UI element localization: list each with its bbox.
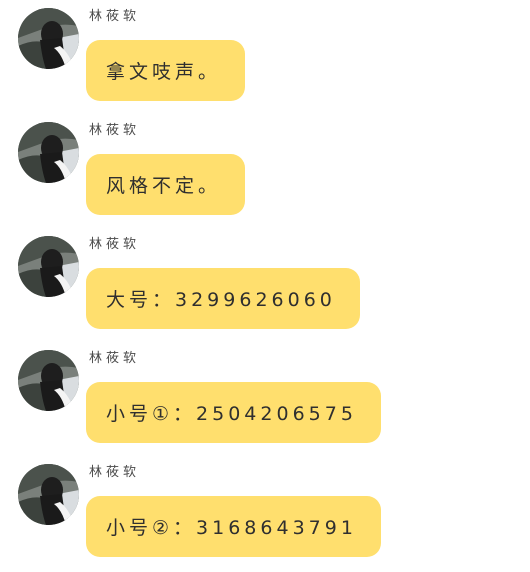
user-photo-avatar-icon [18, 236, 79, 297]
sender-name: 林莜软 [89, 9, 141, 24]
message-text: 小号①：2504206575 [106, 403, 357, 425]
sender-name: 林莜软 [89, 351, 141, 366]
message-text: 风格不定。 [106, 175, 222, 197]
sender-name: 林莜软 [89, 237, 141, 252]
user-photo-avatar-icon [18, 122, 79, 183]
sender-avatar[interactable] [18, 8, 79, 69]
sender-name: 林莜软 [89, 465, 141, 480]
message-bubble[interactable]: 拿文吱声。 [86, 40, 246, 101]
sender-name: 林莜软 [89, 123, 141, 138]
sender-avatar[interactable] [18, 350, 79, 411]
message-text: 拿文吱声。 [106, 61, 222, 83]
sender-avatar[interactable] [18, 464, 79, 525]
message-bubble[interactable]: 大号：3299626060 [86, 268, 360, 329]
chat-message: 林莜软 小号①：2504206575 [0, 342, 530, 456]
user-photo-avatar-icon [18, 464, 79, 525]
chat-message: 林莜软 拿文吱声。 [0, 0, 530, 114]
message-bubble[interactable]: 小号①：2504206575 [86, 382, 381, 443]
message-text: 小号②：3168643791 [106, 517, 357, 539]
chat-message-list: 林莜软 拿文吱声。 林莜软 风格不定。 林莜软 大号：3299626060 林莜… [0, 0, 530, 572]
message-bubble[interactable]: 风格不定。 [86, 154, 246, 215]
message-bubble[interactable]: 小号②：3168643791 [86, 496, 381, 557]
chat-message: 林莜软 大号：3299626060 [0, 228, 530, 342]
sender-avatar[interactable] [18, 122, 79, 183]
sender-avatar[interactable] [18, 236, 79, 297]
message-text: 大号：3299626060 [106, 289, 336, 311]
user-photo-avatar-icon [18, 350, 79, 411]
user-photo-avatar-icon [18, 8, 79, 69]
chat-message: 林莜软 小号②：3168643791 [0, 456, 530, 570]
chat-message: 林莜软 风格不定。 [0, 114, 530, 228]
